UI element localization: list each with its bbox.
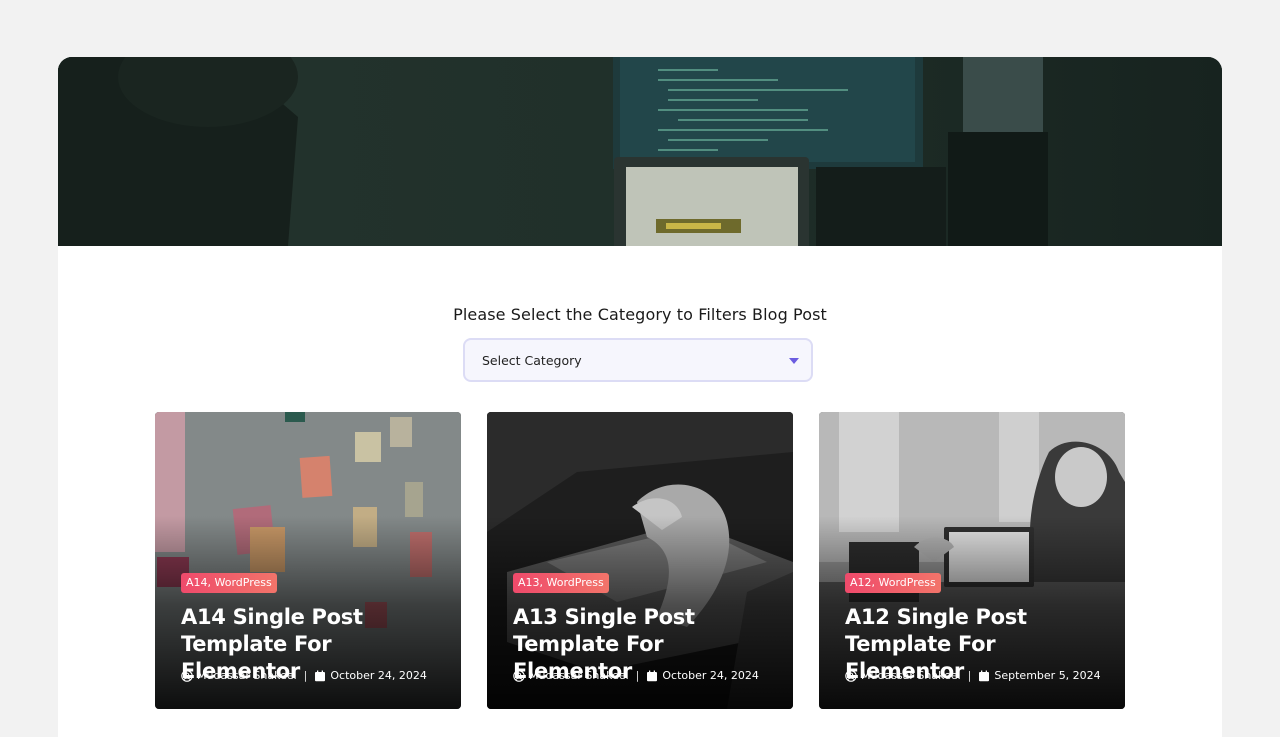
calendar-icon	[315, 670, 326, 681]
post-card-a14[interactable]: A14, WordPress A14 Single Post Template …	[155, 412, 461, 709]
post-category-badge[interactable]: A13, WordPress	[513, 573, 609, 593]
post-author[interactable]: Mudassar Shakeel	[861, 669, 961, 682]
post-date: October 24, 2024	[330, 669, 427, 682]
calendar-icon	[647, 670, 658, 681]
meta-divider: |	[303, 669, 308, 682]
post-date: October 24, 2024	[662, 669, 759, 682]
post-category-badge[interactable]: A14, WordPress	[181, 573, 277, 593]
post-meta: Mudassar Shakeel | October 24, 2024	[513, 669, 759, 682]
post-card-a13[interactable]: A13, WordPress A13 Single Post Template …	[487, 412, 793, 709]
post-category-badge[interactable]: A12, WordPress	[845, 573, 941, 593]
user-circle-icon	[181, 669, 193, 682]
post-author[interactable]: Mudassar Shakeel	[529, 669, 629, 682]
filter-heading: Please Select the Category to Filters Bl…	[453, 305, 827, 324]
page-card: Please Select the Category to Filters Bl…	[58, 57, 1222, 737]
user-circle-icon	[845, 669, 857, 682]
category-select[interactable]: Select Category	[463, 338, 813, 382]
post-author[interactable]: Mudassar Shakeel	[197, 669, 297, 682]
user-circle-icon	[513, 669, 525, 682]
hero-banner-image	[58, 57, 1222, 246]
meta-divider: |	[967, 669, 972, 682]
category-select-value: Select Category	[482, 353, 582, 368]
post-date: September 5, 2024	[994, 669, 1101, 682]
chevron-down-icon	[789, 358, 799, 364]
post-meta: Mudassar Shakeel | October 24, 2024	[181, 669, 427, 682]
post-card-a12[interactable]: A12, WordPress A12 Single Post Template …	[819, 412, 1125, 709]
calendar-icon	[979, 670, 990, 681]
meta-divider: |	[635, 669, 640, 682]
post-meta: Mudassar Shakeel | September 5, 2024	[845, 669, 1101, 682]
